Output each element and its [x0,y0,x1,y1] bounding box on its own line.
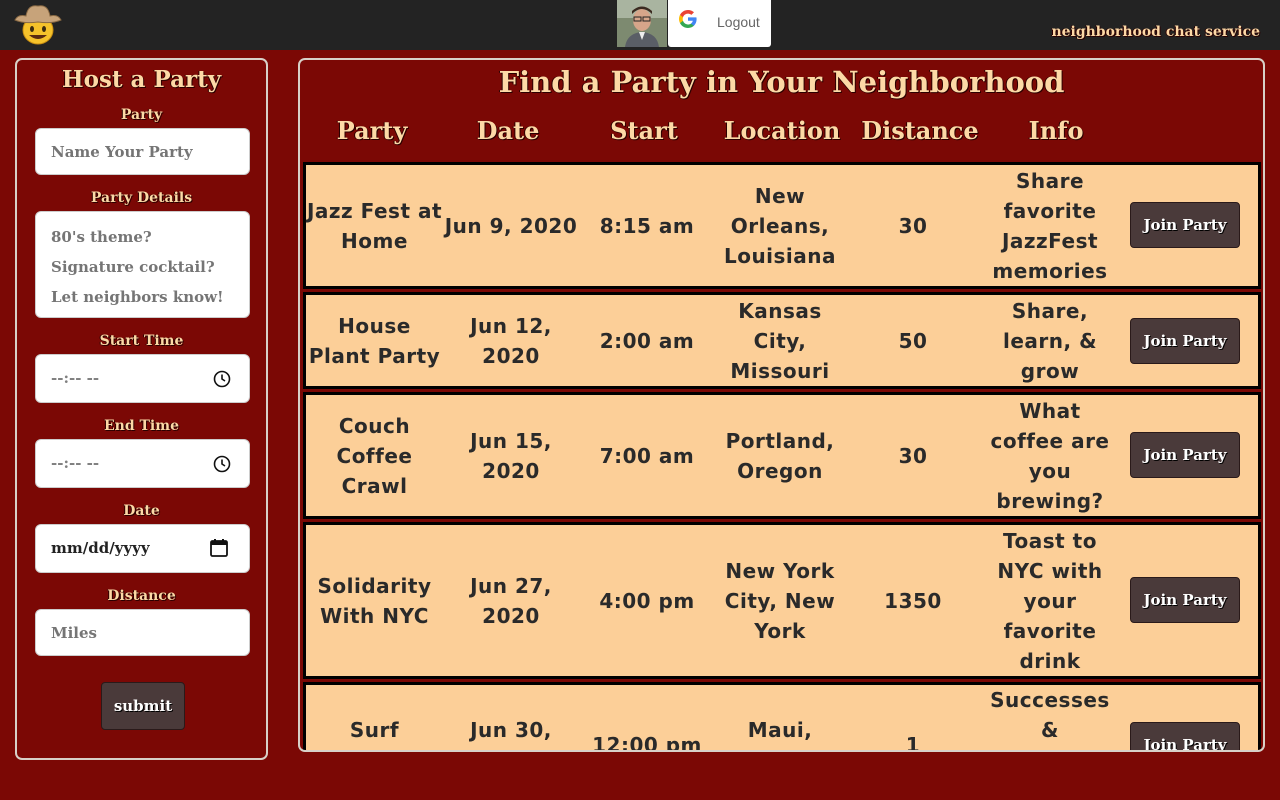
column-header-start: Start [610,116,678,145]
end-time-value: --:-- -- [51,454,100,472]
party-name: House Plant Party [308,313,441,368]
party-date: Jun 15, 2020 [470,428,552,483]
party-start: 7:00 am [599,443,695,468]
logout-label: Logout [717,14,760,30]
user-avatar[interactable] [617,0,667,47]
party-row: Couch Coffee Crawl Jun 15, 2020 7:00 am … [303,392,1261,519]
party-details-label: Party Details [90,190,193,206]
party-row: Jazz Fest at Home Jun 9, 2020 8:15 am Ne… [303,162,1261,289]
start-time-label: Start Time [99,333,184,349]
party-start: 4:00 pm [599,588,695,613]
find-party-title: Find a Party in Your Neighborhood [498,65,1065,99]
party-start: 12:00 pm [592,733,702,750]
party-location: Portland, Oregon [725,428,835,483]
party-date: Jun 30, [470,718,552,742]
party-date: Jun 9, 2020 [444,213,578,238]
party-info: Toast to NYC with your favorite drink [997,528,1103,673]
submit-button[interactable]: submit [101,682,185,730]
party-date: Jun 27, 2020 [470,573,552,628]
party-start: 2:00 am [599,328,695,353]
column-header-distance: Distance [861,116,979,145]
party-start: 8:15 am [599,213,695,238]
party-distance: 1 [905,733,921,750]
party-info: Share favorite JazzFest memories [992,168,1108,283]
google-icon [679,10,697,28]
party-distance: 30 [898,213,928,238]
party-distance: 1350 [884,588,942,613]
party-location: New Orleans, Louisiana [723,183,837,268]
logout-button[interactable]: Logout [668,0,771,47]
host-party-title: Host a Party [61,66,222,93]
date-input[interactable]: mm/dd/yyyy [35,524,250,573]
host-party-panel: Host a Party Party Party Details Start T… [15,58,268,760]
column-header-date: Date [476,116,540,145]
date-label: Date [123,503,160,519]
party-list: Jazz Fest at Home Jun 9, 2020 8:15 am Ne… [300,159,1263,750]
join-party-button[interactable]: Join Party [1130,202,1240,248]
party-location: Maui, [747,718,813,742]
party-distance: 50 [898,328,928,353]
top-bar: Logout neighborhood chat service [0,0,1280,50]
join-party-button[interactable]: Join Party [1130,722,1240,750]
end-time-input[interactable]: --:-- -- [35,439,250,488]
column-header-party: Party [336,116,408,145]
end-time-label: End Time [104,418,179,434]
cowboy-emoji-logo [14,5,62,45]
party-row: Solidarity With NYC Jun 27, 2020 4:00 pm… [303,522,1261,679]
service-name: neighborhood chat service [1051,24,1260,40]
party-row: Surf Jun 30, 12:00 pm Maui, 1 Successes … [303,682,1261,750]
calendar-icon[interactable] [209,538,229,558]
join-party-button[interactable]: Join Party [1130,318,1240,364]
join-party-button[interactable]: Join Party [1130,432,1240,478]
distance-input[interactable] [35,609,250,656]
party-info-text: Successes & [990,688,1110,742]
start-time-value: --:-- -- [51,369,100,387]
party-date: Jun 12, 2020 [470,313,552,368]
column-header-info: Info [1028,116,1084,145]
start-time-input[interactable]: --:-- -- [35,354,250,403]
clock-icon[interactable] [213,370,231,388]
party-label: Party [120,107,163,123]
party-location: Kansas City, Missouri [730,298,830,383]
party-info: What coffee are you brewing? [990,398,1110,513]
party-name-input[interactable] [35,128,250,175]
clock-icon[interactable] [213,455,231,473]
party-location: New York City, New York [724,558,836,643]
party-info: Successes & [985,685,1115,750]
party-name: Solidarity With NYC [317,573,432,628]
join-party-button[interactable]: Join Party [1130,577,1240,623]
party-row: House Plant Party Jun 12, 2020 2:00 am K… [303,292,1261,389]
find-party-panel: Find a Party in Your Neighborhood Party … [298,58,1265,752]
party-name: Surf [349,718,400,742]
party-info: Share, learn, & grow [1002,298,1098,383]
party-details-input[interactable] [35,211,250,318]
column-header-location: Location [723,116,841,145]
distance-label: Distance [107,588,176,604]
party-name: Couch Coffee Crawl [336,413,413,498]
date-value: mm/dd/yyyy [51,539,150,557]
party-name: Jazz Fest at Home [306,198,443,253]
party-distance: 30 [898,443,928,468]
